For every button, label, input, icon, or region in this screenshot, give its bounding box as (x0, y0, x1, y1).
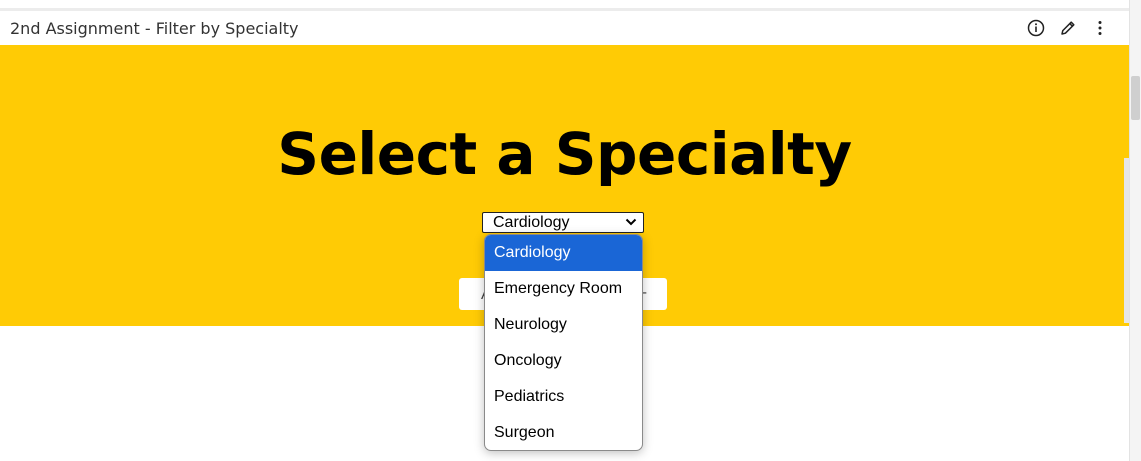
top-strip (0, 0, 1129, 11)
more-vertical-icon[interactable] (1089, 17, 1111, 39)
window-title: 2nd Assignment - Filter by Specialty (10, 18, 299, 38)
specialty-dropdown-list: Cardiology Emergency Room Neurology Onco… (484, 234, 643, 451)
specialty-select-value: Cardiology (493, 213, 570, 231)
info-icon[interactable] (1025, 17, 1047, 39)
option-pediatrics[interactable]: Pediatrics (485, 379, 642, 415)
chevron-down-icon (625, 214, 637, 232)
option-surgeon[interactable]: Surgeon (485, 415, 642, 450)
option-neurology[interactable]: Neurology (485, 307, 642, 343)
option-emergency-room[interactable]: Emergency Room (485, 271, 642, 307)
edit-pencil-icon[interactable] (1057, 17, 1079, 39)
title-bar: 2nd Assignment - Filter by Specialty (0, 11, 1129, 45)
option-cardiology[interactable]: Cardiology (485, 235, 642, 271)
page-title: Select a Specialty (277, 120, 852, 188)
option-oncology[interactable]: Oncology (485, 343, 642, 379)
specialty-select[interactable]: Cardiology (482, 212, 644, 233)
title-actions (1025, 17, 1119, 39)
scrollbar-thumb[interactable] (1131, 76, 1140, 120)
scrollbar-track[interactable] (1129, 0, 1141, 461)
